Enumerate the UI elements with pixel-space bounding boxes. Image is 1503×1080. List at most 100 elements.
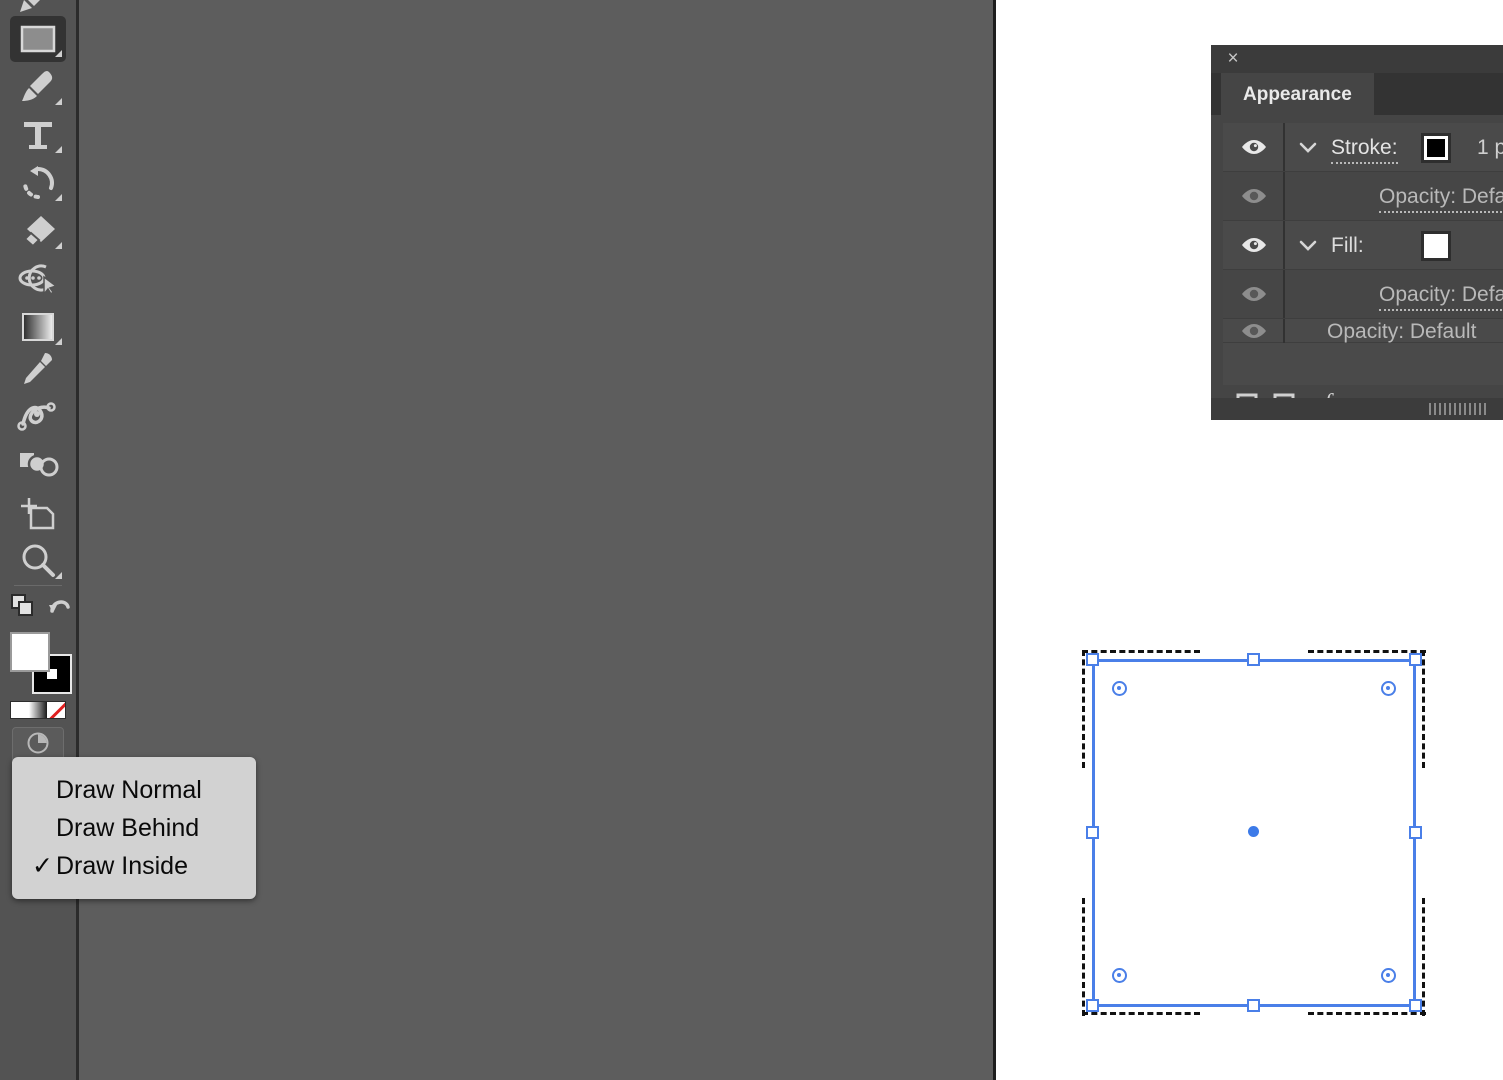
fill-row[interactable]: Fill:: [1223, 221, 1503, 270]
draw-inside-bracket-bottom-left-v: [1082, 898, 1085, 1016]
chevron-down-icon[interactable]: [1295, 123, 1321, 171]
shape-builder-tool[interactable]: [10, 256, 66, 302]
menu-item-label: Draw Normal: [56, 776, 202, 804]
tool-flyout-indicator[interactable]: [55, 194, 62, 201]
fill-label[interactable]: Fill:: [1331, 221, 1364, 269]
visibility-eye-icon[interactable]: [1237, 172, 1271, 220]
row-divider: [1283, 221, 1285, 269]
handle-middle-right[interactable]: [1409, 826, 1422, 839]
tool-flyout-indicator[interactable]: [55, 146, 62, 153]
close-icon[interactable]: ×: [1223, 49, 1243, 69]
tool-flyout-indicator[interactable]: [55, 242, 62, 249]
appearance-rows-list[interactable]: Stroke: 1 pt Opacity: Defau: [1223, 123, 1503, 385]
menu-item-label: Draw Inside: [56, 852, 188, 880]
chevron-down-icon[interactable]: [1295, 221, 1321, 269]
handle-top-left[interactable]: [1086, 653, 1099, 666]
symbol-sprayer-tool[interactable]: [10, 442, 66, 488]
handle-bottom-right[interactable]: [1409, 999, 1422, 1012]
none-swatch[interactable]: [47, 702, 65, 718]
swap-fill-stroke-button[interactable]: [8, 592, 38, 624]
stroke-weight-value[interactable]: 1 pt: [1477, 123, 1503, 171]
revert-arrow-icon: [48, 595, 72, 622]
draw-inside-bracket-top-right-v: [1422, 650, 1425, 768]
shape-builder-icon: [10, 256, 66, 302]
row-divider: [1283, 270, 1285, 318]
tool-flyout-indicator[interactable]: [55, 50, 62, 57]
object-opacity-row[interactable]: Opacity: Default: [1223, 319, 1503, 343]
fill-stroke-control[interactable]: [10, 632, 72, 694]
handle-top-center[interactable]: [1247, 653, 1260, 666]
fill-color-swatch[interactable]: [1421, 231, 1451, 261]
handle-top-right[interactable]: [1409, 653, 1422, 666]
artboard-tool[interactable]: [10, 490, 66, 536]
toolbar-divider: [14, 585, 62, 586]
draw-inside-bracket-bottom-left-h: [1082, 1012, 1200, 1015]
draw-inside-bracket-bottom-right-v: [1422, 898, 1425, 1016]
panel-resize-grip[interactable]: [1429, 403, 1489, 415]
rectangle-tool[interactable]: [10, 16, 66, 62]
check-icon: ✓: [32, 852, 53, 880]
handle-bottom-left[interactable]: [1086, 999, 1099, 1012]
type-tool[interactable]: [10, 112, 66, 158]
draw-inside-icon: [26, 731, 50, 760]
tool-flyout-indicator[interactable]: [55, 572, 62, 579]
paintbrush-tool[interactable]: [10, 64, 66, 110]
draw-inside-bracket-bottom-right-h: [1308, 1012, 1426, 1015]
draw-inside-bracket-top-left-v: [1082, 650, 1085, 768]
gradient-tool[interactable]: [10, 304, 66, 350]
eyedropper-tool[interactable]: [10, 346, 66, 392]
tools-panel[interactable]: [0, 0, 76, 1080]
visibility-eye-icon[interactable]: [1237, 221, 1271, 269]
corner-radius-anchor-bottom-right[interactable]: [1381, 968, 1396, 983]
artboard-icon: [10, 490, 66, 536]
tool-partial-above[interactable]: [10, 0, 66, 14]
stroke-opacity-label[interactable]: Opacity: Defau: [1379, 181, 1503, 213]
corner-radius-anchor-top-right[interactable]: [1381, 681, 1396, 696]
corner-radius-anchor-top-left[interactable]: [1112, 681, 1127, 696]
corner-radius-anchor-bottom-left[interactable]: [1112, 968, 1127, 983]
drawing-modes-menu[interactable]: Draw Normal Draw Behind ✓ Draw Inside: [12, 757, 256, 899]
fill-opacity-row[interactable]: Opacity: Defau: [1223, 270, 1503, 319]
menu-item-draw-behind[interactable]: Draw Behind: [12, 809, 256, 847]
visibility-eye-icon[interactable]: [1237, 270, 1271, 318]
eraser-tool[interactable]: [10, 208, 66, 254]
gradient-swatch[interactable]: [29, 702, 47, 718]
visibility-eye-icon[interactable]: [1237, 319, 1271, 343]
default-fill-stroke-button[interactable]: [46, 592, 74, 624]
canvas-right-edge: [993, 0, 996, 1080]
tool-flyout-indicator[interactable]: [55, 338, 62, 345]
stroke-label[interactable]: Stroke:: [1331, 132, 1398, 164]
handle-bottom-center[interactable]: [1247, 999, 1260, 1012]
draw-inside-bracket-top-left-h: [1082, 650, 1200, 653]
panel-scrollbar[interactable]: [1211, 398, 1503, 420]
center-point[interactable]: [1248, 826, 1259, 837]
panel-titlebar[interactable]: ×: [1211, 45, 1503, 73]
fill-color-swatch[interactable]: [10, 632, 50, 672]
stroke-opacity-row[interactable]: Opacity: Defau: [1223, 172, 1503, 221]
row-divider: [1283, 123, 1285, 171]
color-mode-swatches[interactable]: [10, 701, 66, 719]
color-swatch[interactable]: [11, 702, 29, 718]
menu-item-draw-inside[interactable]: ✓ Draw Inside: [12, 847, 256, 885]
tool-flyout-indicator[interactable]: [55, 98, 62, 105]
blend-tool[interactable]: [10, 394, 66, 440]
swap-squares-icon: [10, 593, 36, 624]
fill-opacity-label[interactable]: Opacity: Defau: [1379, 279, 1503, 311]
panel-tab-strip[interactable]: Appearance: [1211, 73, 1503, 115]
appearance-panel[interactable]: × Appearance Stroke: 1 pt: [1211, 45, 1503, 420]
handle-middle-left[interactable]: [1086, 826, 1099, 839]
object-opacity-label[interactable]: Opacity: Default: [1327, 319, 1476, 343]
row-divider: [1283, 319, 1285, 343]
zoom-tool[interactable]: [10, 538, 66, 584]
blend-icon: [10, 394, 66, 440]
selected-rectangle[interactable]: [1082, 650, 1426, 1016]
document-canvas[interactable]: [76, 0, 993, 1080]
menu-item-label: Draw Behind: [56, 814, 200, 842]
rotate-tool[interactable]: [10, 160, 66, 206]
visibility-eye-icon[interactable]: [1237, 123, 1271, 171]
stroke-row[interactable]: Stroke: 1 pt: [1223, 123, 1503, 172]
menu-item-draw-normal[interactable]: Draw Normal: [12, 771, 256, 809]
symbol-sprayer-icon: [10, 442, 66, 488]
tab-appearance[interactable]: Appearance: [1221, 73, 1374, 115]
stroke-color-swatch[interactable]: [1421, 133, 1451, 163]
